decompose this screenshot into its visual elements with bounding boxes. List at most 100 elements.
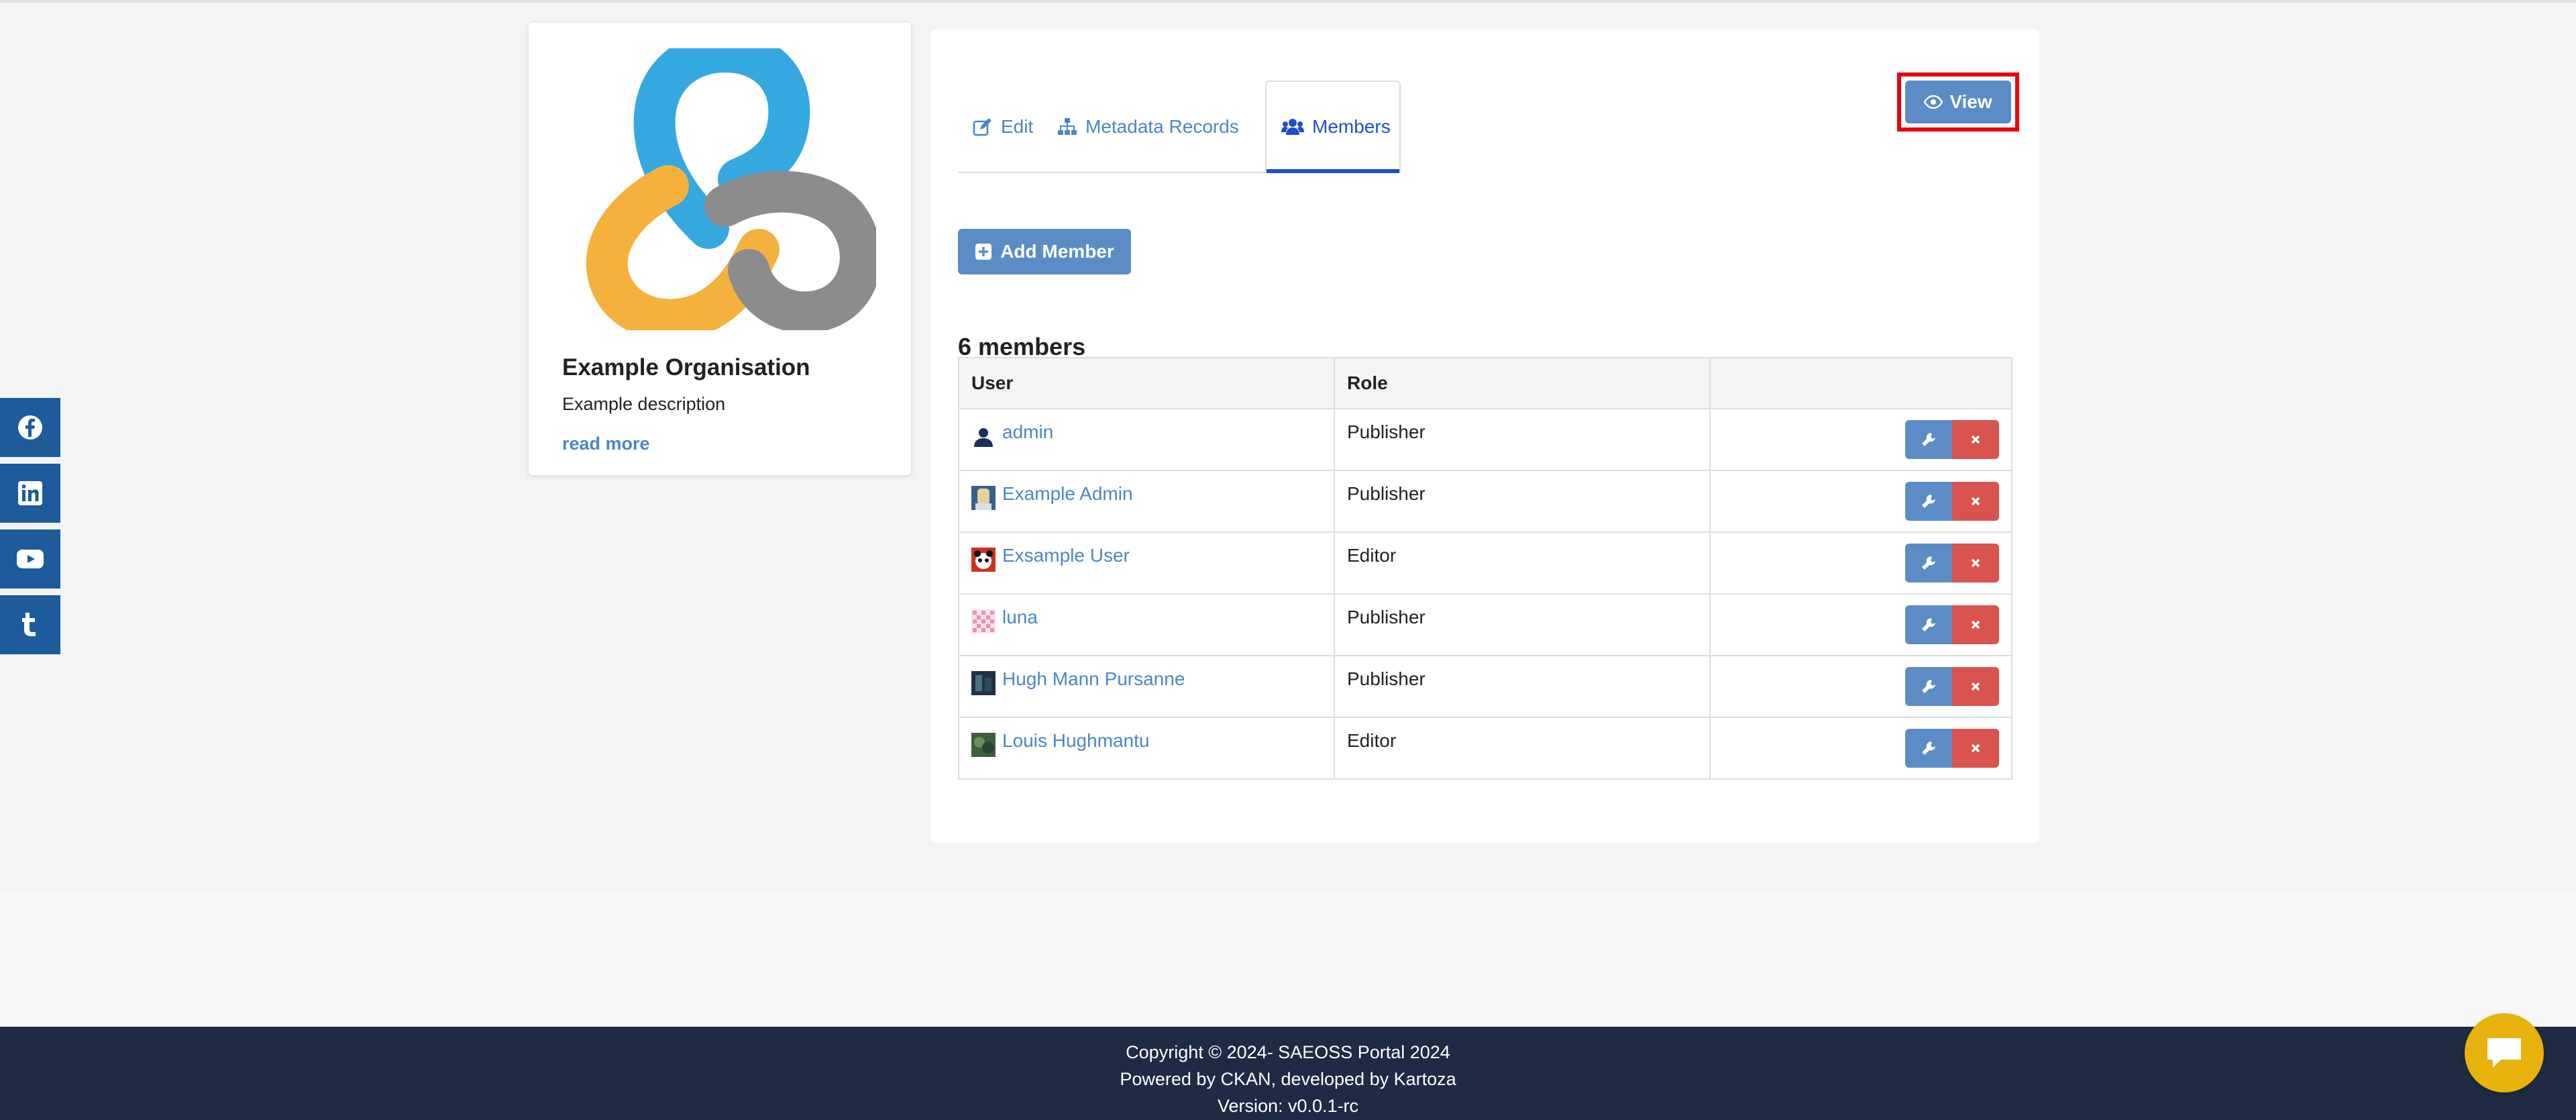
- default-avatar-icon: [971, 424, 996, 448]
- edit-icon: [973, 118, 991, 136]
- organisation-name: Example Organisation: [562, 354, 810, 380]
- tumblr-link[interactable]: [0, 595, 60, 654]
- close-icon: [1971, 497, 1980, 506]
- user-link[interactable]: admin: [1002, 421, 1053, 443]
- remove-member-button[interactable]: [1952, 420, 1999, 459]
- linkedin-link[interactable]: [0, 464, 60, 523]
- linkedin-icon: [18, 481, 42, 505]
- users-icon: [1281, 119, 1304, 135]
- eye-icon: [1924, 95, 1943, 109]
- role-text: Publisher: [1347, 668, 1426, 689]
- role-text: Publisher: [1347, 421, 1426, 442]
- edit-member-button[interactable]: [1905, 420, 1952, 459]
- footer-spacer: [0, 894, 2576, 1027]
- photo-avatar-icon: [971, 671, 996, 695]
- user-link[interactable]: Hugh Mann Pursanne: [1002, 668, 1185, 690]
- role-cell: Publisher: [1334, 593, 1711, 656]
- user-cell: admin: [958, 408, 1335, 471]
- actions-cell: [1709, 655, 2012, 718]
- add-member-button[interactable]: Add Member: [958, 229, 1131, 274]
- chat-icon: [2487, 1038, 2521, 1068]
- table-row: Hugh Mann Pursanne Publisher: [958, 655, 2012, 718]
- footer-version: Version: v0.0.1-rc: [1217, 1096, 1359, 1116]
- members-table: User Role admin Publisher Example Admin …: [958, 357, 2012, 780]
- youtube-link[interactable]: [0, 529, 60, 589]
- view-button-label: View: [1949, 91, 1992, 112]
- close-icon: [1971, 620, 1980, 629]
- role-cell: Publisher: [1334, 470, 1711, 533]
- youtube-icon: [17, 550, 44, 568]
- role-text: Editor: [1347, 545, 1397, 566]
- tab-edit[interactable]: Edit: [973, 83, 1033, 170]
- close-icon: [1971, 682, 1980, 691]
- role-cell: Publisher: [1334, 655, 1711, 718]
- wrench-icon: [1922, 495, 1935, 508]
- tumblr-icon: [22, 613, 36, 636]
- edit-member-button[interactable]: [1905, 482, 1952, 521]
- footer-powered-by: Powered by CKAN, developed by Kartoza: [1120, 1069, 1456, 1089]
- column-header-user: User: [958, 357, 1335, 409]
- user-cell: luna: [958, 593, 1335, 656]
- table-row: Exsample User Editor: [958, 531, 2012, 595]
- panda-avatar-icon: [971, 548, 996, 572]
- table-header-row: User Role: [958, 357, 2012, 409]
- edit-member-button[interactable]: [1905, 605, 1952, 644]
- social-sidebar: [0, 398, 60, 661]
- tab-members[interactable]: Members: [1265, 81, 1401, 173]
- organisation-tabs: Edit Metadata Records Members: [958, 81, 1401, 173]
- facebook-icon: [18, 415, 42, 440]
- tab-metadata-label: Metadata Records: [1085, 116, 1239, 137]
- column-header-role: Role: [1334, 357, 1711, 409]
- table-row: admin Publisher: [958, 408, 2012, 471]
- organisation-logo: [586, 48, 876, 330]
- wrench-icon: [1922, 742, 1935, 755]
- user-cell: Hugh Mann Pursanne: [958, 655, 1335, 718]
- remove-member-button[interactable]: [1952, 605, 1999, 644]
- facebook-link[interactable]: [0, 398, 60, 457]
- table-row: Louis Hughmantu Editor: [958, 717, 2012, 780]
- close-icon: [1971, 435, 1980, 444]
- user-link[interactable]: Louis Hughmantu: [1002, 730, 1149, 752]
- actions-cell: [1709, 470, 2012, 533]
- view-button[interactable]: View: [1905, 81, 2011, 123]
- role-cell: Editor: [1334, 717, 1711, 780]
- footer: Copyright © 2024- SAEOSS Portal 2024 Pow…: [0, 1027, 2576, 1120]
- sitemap-icon: [1058, 118, 1077, 135]
- remove-member-button[interactable]: [1952, 544, 1999, 582]
- user-cell: Exsample User: [958, 531, 1335, 595]
- user-link[interactable]: Exsample User: [1002, 545, 1130, 566]
- role-text: Publisher: [1347, 483, 1426, 504]
- tab-metadata-records[interactable]: Metadata Records: [1057, 83, 1239, 170]
- chat-button[interactable]: [2465, 1013, 2544, 1092]
- actions-cell: [1709, 531, 2012, 595]
- user-link[interactable]: Example Admin: [1002, 483, 1133, 505]
- actions-cell: [1709, 717, 2012, 780]
- organisation-card: Example Organisation Example description…: [529, 23, 911, 475]
- table-row: Example Admin Publisher: [958, 470, 2012, 533]
- wrench-icon: [1922, 618, 1935, 631]
- role-cell: Editor: [1334, 531, 1711, 595]
- organisation-description: Example description: [562, 394, 726, 414]
- actions-cell: [1709, 408, 2012, 471]
- table-row: luna Publisher: [958, 593, 2012, 656]
- remove-member-button[interactable]: [1952, 667, 1999, 706]
- edit-member-button[interactable]: [1905, 729, 1952, 768]
- add-member-label: Add Member: [1000, 241, 1114, 262]
- edit-member-button[interactable]: [1905, 667, 1952, 706]
- user-cell: Example Admin: [958, 470, 1335, 533]
- footer-copyright: Copyright © 2024- SAEOSS Portal 2024: [1126, 1042, 1450, 1062]
- remove-member-button[interactable]: [1952, 482, 1999, 521]
- tab-edit-label: Edit: [1001, 116, 1034, 137]
- read-more-link[interactable]: read more: [562, 434, 650, 454]
- tab-members-label: Members: [1312, 116, 1391, 137]
- edit-member-button[interactable]: [1905, 544, 1952, 582]
- column-header-actions: [1709, 357, 2012, 409]
- role-cell: Publisher: [1334, 408, 1711, 471]
- user-link[interactable]: luna: [1002, 607, 1038, 628]
- identicon-avatar-icon: [971, 609, 996, 633]
- role-text: Editor: [1347, 730, 1397, 751]
- photo-avatar-icon: [971, 733, 996, 757]
- remove-member-button[interactable]: [1952, 729, 1999, 768]
- role-text: Publisher: [1347, 607, 1426, 627]
- user-cell: Louis Hughmantu: [958, 717, 1335, 780]
